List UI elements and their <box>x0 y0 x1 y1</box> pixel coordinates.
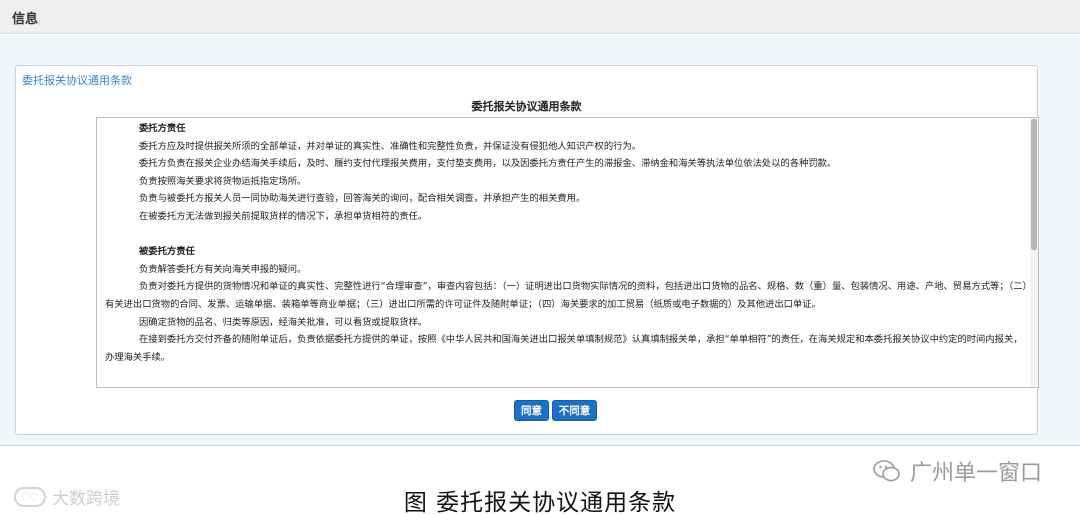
terms-scroll-area[interactable]: 委托方责任 委托方应及时提供报关所须的全部单证，并对单证的真实性、准确性和完整性… <box>96 117 1039 388</box>
agreement-panel: 委托报关协议通用条款 委托报关协议通用条款 委托方责任 委托方应及时提供报关所须… <box>15 65 1039 435</box>
term-line: 负责解答委托方有关向海关申报的疑问。 <box>139 263 307 275</box>
scrollbar-thumb[interactable] <box>1031 119 1037 250</box>
disagree-button[interactable]: 不同意 <box>552 400 597 421</box>
figure-caption: 图 委托报关协议通用条款 <box>403 490 677 515</box>
terms-content: 委托方责任 委托方应及时提供报关所须的全部单证，并对单证的真实性、准确性和完整性… <box>105 120 1029 366</box>
section-heading-client: 委托方责任 <box>139 123 186 134</box>
dialog-header: 信息 <box>0 0 1080 34</box>
term-line: 负责对委托方提供的货物情况和单证的真实性、完整性进行“合理审查”，审查内容包括：… <box>105 281 1028 310</box>
wechat-icon <box>873 460 900 482</box>
panel-title: 委托报关协议通用条款 <box>22 74 132 87</box>
term-line: 在接到委托方交付齐备的随附单证后，负责依据委托方提供的单证，按照《中华人民共和国… <box>105 334 1023 363</box>
agree-button[interactable]: 同意 <box>514 400 549 421</box>
term-line: 因确定货物的品名、归类等原因，经海关批准，可以看货或提取货样。 <box>139 316 428 328</box>
dialog-title: 信息 <box>12 12 39 27</box>
document-title: 委托报关协议通用条款 <box>471 100 582 113</box>
section-heading-agent: 被委托方责任 <box>139 246 195 258</box>
dialog-body: 委托报关协议通用条款 委托报关协议通用条款 委托方责任 委托方应及时提供报关所须… <box>0 35 1080 446</box>
term-line: 负责与被委托方报关人员一同协助海关进行查验，回答海关的询问，配合相关调查，并承担… <box>139 193 586 205</box>
term-line: 委托方应及时提供报关所须的全部单证，并对单证的真实性、准确性和完整性负责，并保证… <box>139 140 642 152</box>
term-line: 在被委托方无法做到报关前提取货样的情况下，承担单货相符的责任。 <box>139 210 428 222</box>
term-line: 负责按照海关要求将货物运抵指定场所。 <box>139 175 307 187</box>
term-line: 委托方负责在报关企业办结海关手续后，及时、履约支付代理报关费用，支付垫支费用，以… <box>139 158 837 170</box>
terms-scrollbar[interactable] <box>1030 118 1038 387</box>
